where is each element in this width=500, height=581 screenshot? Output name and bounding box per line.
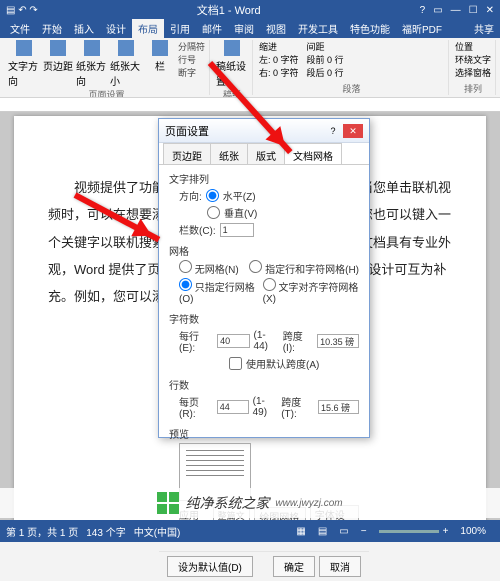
wrap-button[interactable]: 环绕文字	[455, 53, 491, 66]
selection-pane-button[interactable]: 选择窗格	[455, 66, 491, 79]
line-pitch-spinner[interactable]: 15.6 磅	[318, 400, 359, 414]
columns-spinner[interactable]: 1	[220, 223, 254, 237]
preview-label: 预览	[169, 426, 359, 441]
view-web-icon[interactable]: ▭	[339, 526, 348, 537]
zoom-slider[interactable]	[379, 530, 439, 533]
group-page-setup: 文字方向 页边距 纸张方向 纸张大小 栏 分隔符 行号 断字 页面设置	[4, 40, 210, 95]
page-setup-dialog: 页面设置 ? ✕ 页边距 纸张 版式 文档网格 文字排列 方向: 水平(Z) 垂…	[158, 118, 370, 438]
grid-none-radio[interactable]	[179, 260, 192, 273]
tab-home[interactable]: 开始	[36, 19, 68, 38]
dlg-tab-paper[interactable]: 纸张	[210, 143, 248, 164]
ribbon-collapse-icon[interactable]: ▭	[433, 5, 442, 16]
watermark-url: www.jwyzj.com	[275, 498, 342, 509]
share-button[interactable]: 共享	[468, 19, 500, 38]
indent-left[interactable]: 左: 0 字符	[259, 53, 299, 66]
orientation-button[interactable]: 纸张方向	[76, 40, 108, 88]
watermark: 纯净系统之家 www.jwyzj.com	[0, 488, 500, 518]
hyphenation-button[interactable]: 断字	[178, 66, 205, 79]
zoom-level[interactable]: 100%	[460, 526, 486, 537]
grid-chars-radio[interactable]	[249, 260, 262, 273]
language-indicator[interactable]: 中文(中国)	[134, 524, 181, 539]
tab-insert[interactable]: 插入	[68, 19, 100, 38]
chars-per-line-spinner[interactable]: 40	[217, 334, 249, 348]
margins-button[interactable]: 页边距	[42, 40, 74, 88]
dialog-help-icon[interactable]: ?	[323, 124, 343, 138]
direction-vertical-radio[interactable]	[207, 206, 220, 219]
char-pitch-spinner[interactable]: 10.35 磅	[317, 334, 359, 348]
page-indicator[interactable]: 第 1 页，共 1 页	[6, 524, 78, 539]
lines-per-page-spinner[interactable]: 44	[217, 400, 249, 414]
grid-label: 网格	[169, 243, 359, 258]
indent-right[interactable]: 右: 0 字符	[259, 66, 299, 79]
quick-access[interactable]: ▤ ↶ ↷	[6, 5, 38, 16]
tab-layout[interactable]: 布局	[132, 19, 164, 38]
help-icon[interactable]: ?	[420, 5, 426, 16]
dialog-title: 页面设置	[165, 123, 323, 139]
dlg-tab-margins[interactable]: 页边距	[163, 143, 211, 164]
cancel-button[interactable]: 取消	[319, 556, 361, 577]
text-arrange-label: 文字排列	[169, 171, 359, 186]
dialog-tabs: 页边距 纸张 版式 文档网格	[159, 143, 369, 165]
tab-design[interactable]: 设计	[100, 19, 132, 38]
watermark-logo-icon	[157, 492, 179, 514]
size-button[interactable]: 纸张大小	[110, 40, 142, 88]
document-title: 文档1 - Word	[38, 2, 420, 18]
dialog-close-icon[interactable]: ✕	[343, 124, 363, 138]
use-default-pitch-checkbox[interactable]	[229, 357, 242, 370]
columns-button[interactable]: 栏	[144, 40, 176, 88]
status-bar: 第 1 页，共 1 页 143 个字 中文(中国) ▦ ▤ ▭ − + 100%	[0, 520, 500, 542]
group-arrange: 位置 环绕文字 选择窗格 排列	[451, 40, 496, 95]
view-print-icon[interactable]: ▦	[296, 526, 305, 537]
grid-lines-radio[interactable]	[179, 278, 192, 291]
group-indent-spacing: 缩进 左: 0 字符 右: 0 字符 间距 段前 0 行 段后 0 行 段落	[255, 40, 449, 95]
tab-review[interactable]: 审阅	[228, 19, 260, 38]
breaks-button[interactable]: 分隔符	[178, 40, 205, 53]
group-label-page-setup: 页面设置	[8, 88, 205, 98]
view-read-icon[interactable]: ▤	[318, 526, 327, 537]
text-direction-button[interactable]: 文字方向	[8, 40, 40, 88]
ribbon-tabstrip: 文件 开始 插入 设计 布局 引用 邮件 审阅 视图 开发工具 特色功能 福昕P…	[0, 20, 500, 38]
spacing-before[interactable]: 段前 0 行	[307, 53, 344, 66]
tab-dev[interactable]: 开发工具	[292, 19, 344, 38]
tab-view[interactable]: 视图	[260, 19, 292, 38]
ribbon: 文字方向 页边距 纸张方向 纸张大小 栏 分隔符 行号 断字 页面设置 稿纸设置…	[0, 38, 500, 98]
chars-label: 字符数	[169, 311, 359, 326]
tab-references[interactable]: 引用	[164, 19, 196, 38]
tab-foxit[interactable]: 福昕PDF	[396, 19, 448, 38]
direction-horizontal-radio[interactable]	[206, 189, 219, 202]
grid-align-radio[interactable]	[263, 278, 276, 291]
window-titlebar: ▤ ↶ ↷ 文档1 - Word ? ▭ — ☐ ✕	[0, 0, 500, 20]
position-button[interactable]: 位置	[455, 40, 491, 53]
minimize-icon[interactable]: —	[451, 5, 461, 16]
word-count[interactable]: 143 个字	[86, 524, 125, 539]
close-icon[interactable]: ✕	[486, 5, 494, 16]
ok-button[interactable]: 确定	[273, 556, 315, 577]
paper-settings-button[interactable]: 稿纸设置	[216, 40, 248, 88]
tab-file[interactable]: 文件	[4, 19, 36, 38]
set-default-button[interactable]: 设为默认值(D)	[167, 556, 253, 577]
zoom-out-icon[interactable]: −	[361, 526, 367, 537]
tab-mail[interactable]: 邮件	[196, 19, 228, 38]
tab-special[interactable]: 特色功能	[344, 19, 396, 38]
lines-label: 行数	[169, 377, 359, 392]
maximize-icon[interactable]: ☐	[469, 5, 478, 16]
spacing-after[interactable]: 段后 0 行	[307, 66, 344, 79]
watermark-text: 纯净系统之家	[185, 493, 269, 513]
zoom-in-icon[interactable]: +	[443, 526, 449, 537]
line-numbers-button[interactable]: 行号	[178, 53, 205, 66]
